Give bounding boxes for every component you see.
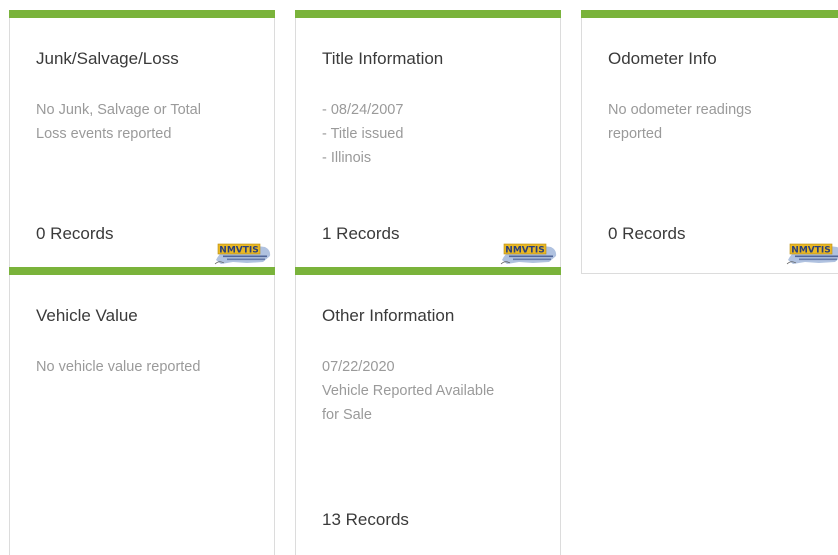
- card-accent-bar: [581, 10, 838, 18]
- svg-text:NMVTIS: NMVTIS: [505, 246, 544, 256]
- card-description-line: Loss events reported: [36, 126, 172, 142]
- card-accent-bar: [295, 10, 561, 18]
- report-card-grid: Junk/Salvage/Loss No Junk, Salvage or To…: [0, 0, 838, 555]
- card-description: No vehicle value reported: [36, 355, 232, 379]
- card-description-line: for Sale: [322, 407, 372, 423]
- card-title: Junk/Salvage/Loss: [36, 49, 179, 68]
- nmvtis-logo: NMVTIS: [786, 243, 838, 265]
- nmvtis-logo: NMVTIS: [214, 243, 271, 265]
- card-description-line: Vehicle Reported Available: [322, 383, 495, 399]
- card-description-line: reported: [608, 126, 663, 142]
- card-description: No Junk, Salvage or Total Loss events re…: [36, 98, 232, 146]
- title-information-card[interactable]: Title Information - 08/24/2007 - Title i…: [295, 10, 561, 274]
- card-description: No odometer readings reported: [608, 98, 804, 146]
- svg-text:NMVTIS: NMVTIS: [219, 246, 258, 256]
- card-description: - 08/24/2007 - Title issued - Illinois: [322, 98, 518, 170]
- card-description-line: - Title issued: [322, 126, 404, 142]
- card-title: Odometer Info: [608, 49, 717, 68]
- card-accent-bar: [9, 267, 275, 275]
- card-description: 07/22/2020 Vehicle Reported Available fo…: [322, 355, 518, 427]
- card-description-line: No Junk, Salvage or Total: [36, 102, 201, 118]
- card-title: Vehicle Value: [36, 306, 138, 325]
- other-information-card[interactable]: Other Information 07/22/2020 Vehicle Rep…: [295, 267, 561, 555]
- svg-text:NMVTIS: NMVTIS: [791, 246, 830, 256]
- junk-salvage-loss-card[interactable]: Junk/Salvage/Loss No Junk, Salvage or To…: [9, 10, 275, 274]
- records-count: 1 Records: [322, 224, 400, 243]
- card-title: Title Information: [322, 49, 444, 68]
- records-count: 0 Records: [36, 224, 114, 243]
- card-description-line: - 08/24/2007: [322, 102, 404, 118]
- nmvtis-logo: NMVTIS: [500, 243, 557, 265]
- card-description-line: No odometer readings: [608, 102, 752, 118]
- odometer-info-card[interactable]: Odometer Info No odometer readings repor…: [581, 10, 838, 274]
- records-count: 0 Records: [608, 224, 686, 243]
- card-title: Other Information: [322, 306, 455, 325]
- card-description-line: No vehicle value reported: [36, 359, 201, 375]
- records-count: 13 Records: [322, 510, 409, 529]
- card-accent-bar: [295, 267, 561, 275]
- card-description-line: - Illinois: [322, 150, 372, 166]
- card-accent-bar: [9, 10, 275, 18]
- card-description-line: 07/22/2020: [322, 359, 395, 375]
- vehicle-value-card[interactable]: Vehicle Value No vehicle value reported: [9, 267, 275, 555]
